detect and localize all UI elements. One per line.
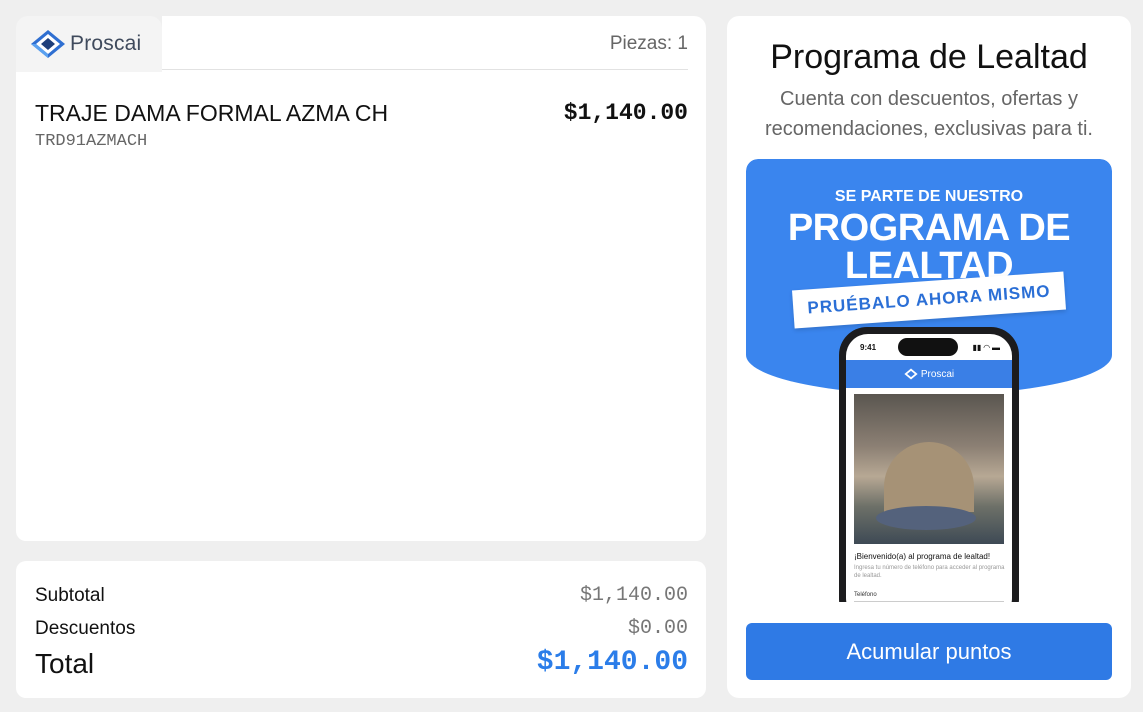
loyalty-promo-banner: SE PARTE DE NUESTRO PROGRAMA DE LEALTAD … [746, 159, 1112, 602]
total-value: $1,140.00 [536, 647, 688, 678]
item-price: $1,140.00 [563, 100, 688, 126]
phone-app-bar: Proscai [846, 360, 1012, 388]
subtotal-label: Subtotal [35, 585, 105, 606]
pieces-count: Piezas: 1 [609, 33, 688, 54]
phone-field-label: Teléfono [854, 592, 877, 598]
accumulate-points-button[interactable]: Acumular puntos [746, 623, 1112, 680]
brand-logo: Proscai [16, 16, 162, 72]
promo-kicker: SE PARTE DE NUESTRO [834, 188, 1024, 205]
phone-field-line [854, 601, 1004, 602]
order-header: Piezas: 1 [162, 16, 706, 70]
proscai-logo-icon [31, 30, 65, 58]
dynamic-island [898, 338, 958, 356]
phone-app-name: Proscai [920, 368, 955, 380]
brand-name: Proscai [70, 32, 142, 55]
phone-screen: 9:41 ▮▮ ◠ ▬ Proscai ¡Bienvenido(a) al pr… [846, 334, 1012, 602]
proscai-logo-icon [904, 368, 918, 380]
item-name: TRAJE DAMA FORMAL AZMA CH [35, 100, 389, 126]
total-label: Total [35, 648, 95, 679]
signal-icon: ▮▮ ◠ ▬ [972, 343, 1000, 352]
totals-panel: Subtotal $1,140.00 Descuentos $0.00 Tota… [16, 561, 706, 698]
order-panel: Piezas: 1 TRAJE DAMA FORMAL AZMA CH $1,1… [16, 16, 706, 541]
item-sku: TRD91AZMACH [35, 132, 148, 151]
phone-mockup: 9:41 ▮▮ ◠ ▬ Proscai ¡Bienvenido(a) al pr… [839, 327, 1019, 602]
phone-hint-text: Ingresa tu número de teléfono para acced… [854, 565, 1005, 579]
subtotal-value: $1,140.00 [579, 584, 688, 607]
phone-welcome-text: ¡Bienvenido(a) al programa de lealtad! [854, 552, 991, 561]
loyalty-panel: Programa de Lealtad Cuenta con descuento… [727, 16, 1131, 698]
discounts-label: Descuentos [35, 618, 136, 639]
phone-status-bar: 9:41 ▮▮ ◠ ▬ [846, 334, 1012, 360]
photo-rug [876, 506, 976, 530]
discounts-value: $0.00 [627, 617, 688, 640]
office-photo [854, 394, 1004, 544]
loyalty-subtitle: Cuenta con descuentos, ofertas y recomen… [765, 88, 1093, 140]
loyalty-title: Programa de Lealtad [770, 38, 1088, 76]
phone-time: 9:41 [860, 343, 877, 352]
photo-arch [884, 442, 974, 512]
